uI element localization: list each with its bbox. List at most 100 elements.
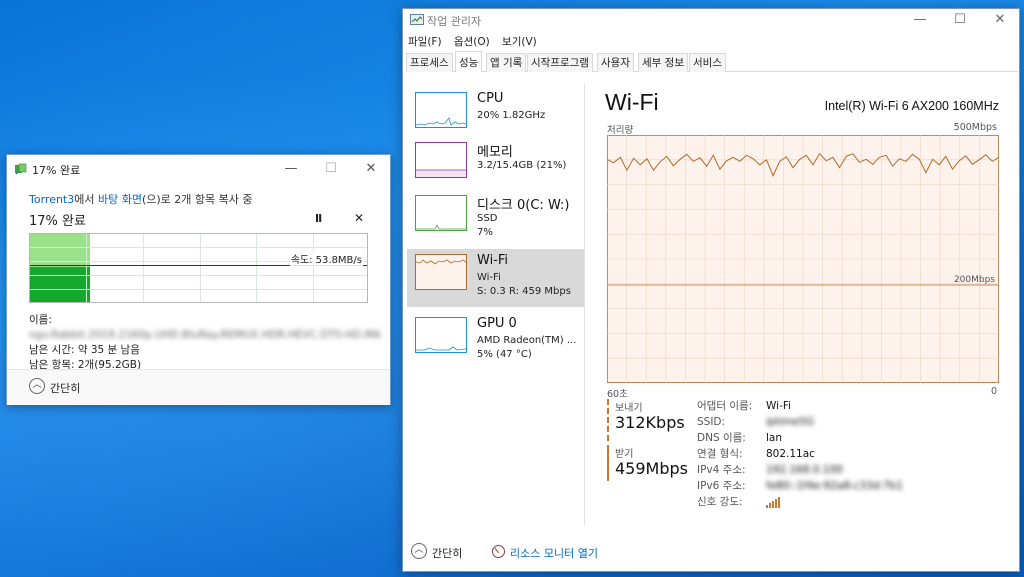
send-legend-bar	[607, 399, 609, 441]
detail-key: 연결 형식:	[697, 448, 743, 460]
sidebar-item-wifi[interactable]: Wi-Fi Wi-Fi S: 0.3 R: 459 Mbps	[407, 249, 584, 307]
throughput-axis-label: 처리량	[607, 125, 634, 136]
progress-fill-light	[30, 234, 90, 267]
tab-app-history[interactable]: 앱 기록	[486, 53, 527, 72]
sidebar-gpu-usage: 5% (47 °C)	[477, 349, 532, 360]
adapter-device-name: Intel(R) Wi-Fi 6 AX200 160MHz	[824, 99, 999, 113]
tab-strip: 프로세스 성능 앱 기록 시작프로그램 사용자 세부 정보 서비스	[406, 51, 1018, 72]
copy-files-icon	[15, 163, 27, 175]
sidebar-gpu-model: AMD Radeon(TM) ...	[477, 335, 577, 346]
detail-value: 192.168.0.100	[766, 464, 843, 476]
scale-label-200: 200Mbps	[954, 275, 995, 285]
name-label: 이름:	[29, 314, 52, 326]
sidebar-cpu-name: CPU	[477, 91, 504, 106]
copy-dialog-footer: ︿ 간단히	[7, 369, 390, 405]
file-name-value: ngv.Rabbit.2019.2160p.UHD.BluRay.REMUX.H…	[29, 329, 381, 341]
throughput-chart: 200Mbps	[607, 135, 999, 383]
send-label: 보내기	[615, 403, 643, 414]
receive-value: 459Mbps	[615, 459, 688, 478]
task-manager-icon	[410, 14, 424, 25]
chevron-up-icon[interactable]: ︿	[411, 543, 427, 559]
performance-sidebar: CPU 20% 1.82GHz 메모리 3.2/15.4GB (21%) 디스크…	[407, 84, 584, 524]
detail-key: IPv6 주소:	[697, 480, 746, 492]
percent-complete-label: 17% 완료	[29, 214, 86, 229]
time-axis-right: 0	[990, 386, 997, 397]
sidebar-wifi-adapter: Wi-Fi	[477, 272, 501, 283]
sidebar-divider	[584, 84, 585, 526]
menu-file[interactable]: 파일(F)	[408, 36, 442, 48]
detail-value: fe80::1f4e:92a8:c33d:7b1	[766, 480, 904, 492]
detail-key: IPv4 주소:	[697, 464, 746, 476]
sidebar-disk-name: 디스크 0(C: W:)	[477, 198, 570, 213]
disk-thumbnail	[415, 195, 467, 231]
copy-progress-dialog: 17% 완료 — ☐ ✕ Torrent3에서 바탕 화면(으)로 2개 항목 …	[6, 154, 391, 405]
sidebar-disk-type: SSD	[477, 213, 498, 224]
resource-monitor-icon	[492, 545, 505, 558]
detail-value: lan	[766, 432, 783, 444]
copy-dialog-titlebar[interactable]: 17% 완료 — ☐ ✕	[7, 155, 390, 183]
tab-services[interactable]: 서비스	[689, 53, 726, 72]
maximize-button[interactable]: ☐	[940, 9, 980, 31]
detail-value: 802.11ac	[766, 448, 815, 460]
detail-key: SSID:	[697, 416, 726, 428]
detail-value: Wi-Fi	[766, 400, 792, 412]
pause-button[interactable]: II	[315, 212, 322, 225]
perf-title: Wi-Fi	[605, 89, 659, 115]
progress-fill-dark	[30, 267, 90, 302]
sidebar-disk-usage: 7%	[477, 227, 493, 238]
gpu-thumbnail	[415, 317, 467, 353]
speed-label: 속도: 53.8MB/s	[289, 251, 363, 266]
memory-thumbnail	[415, 142, 467, 178]
sidebar-cpu-usage: 20% 1.82GHz	[477, 110, 546, 121]
task-manager-title: 작업 관리자	[427, 15, 482, 28]
task-manager-titlebar[interactable]: 작업 관리자 — ☐ ✕	[403, 9, 1019, 31]
wifi-thumbnail	[415, 254, 467, 290]
throughput-axis-max: 500Mbps	[953, 122, 997, 133]
detail-key: 어댑터 이름:	[697, 400, 753, 412]
menu-options[interactable]: 옵션(O)	[454, 36, 490, 48]
source-link[interactable]: Torrent3	[29, 193, 74, 206]
close-button[interactable]: ✕	[980, 9, 1020, 31]
menu-bar: 파일(F) 옵션(O) 보기(V)	[408, 34, 546, 49]
menu-view[interactable]: 보기(V)	[502, 36, 537, 48]
time-remaining: 남은 시간: 약 35 분 남음	[29, 344, 140, 356]
chevron-up-icon[interactable]: ︿	[29, 378, 45, 394]
source-tail-text: (으)로 2개 항목 복사 중	[141, 193, 253, 206]
cancel-copy-button[interactable]: ✕	[354, 211, 364, 225]
sidebar-item-gpu[interactable]: GPU 0 AMD Radeon(TM) ... 5% (47 °C)	[407, 312, 584, 370]
copy-source-line: Torrent3에서 바탕 화면(으)로 2개 항목 복사 중	[29, 191, 374, 207]
detail-value: iptime5G	[766, 416, 815, 428]
sidebar-item-disk[interactable]: 디스크 0(C: W:) SSD 7%	[407, 190, 584, 248]
minimize-button[interactable]: —	[271, 155, 311, 183]
receive-legend-bar	[607, 445, 609, 481]
tab-details[interactable]: 세부 정보	[638, 53, 688, 72]
task-manager-window: 작업 관리자 — ☐ ✕ 파일(F) 옵션(O) 보기(V) 프로세스 성능 앱…	[402, 8, 1020, 572]
copy-dialog-title: 17% 완료	[32, 164, 81, 177]
sidebar-item-memory[interactable]: 메모리 3.2/15.4GB (21%)	[407, 137, 584, 195]
destination-link[interactable]: 바탕 화면	[98, 193, 142, 206]
minimize-button[interactable]: —	[900, 9, 940, 31]
tab-processes[interactable]: 프로세스	[406, 53, 453, 72]
sidebar-gpu-name: GPU 0	[477, 316, 517, 331]
receive-label: 받기	[615, 449, 634, 460]
time-axis-left: 60초	[607, 389, 628, 400]
open-resource-monitor-link[interactable]: 리소스 모니터 열기	[510, 545, 598, 561]
source-mid-text: 에서	[74, 193, 95, 206]
fewer-details-button[interactable]: 간단히	[432, 545, 462, 561]
cpu-thumbnail	[415, 92, 467, 128]
tab-users[interactable]: 사용자	[597, 53, 634, 72]
copy-speed-graph: 속도: 53.8MB/s	[29, 233, 368, 303]
sidebar-memory-name: 메모리	[477, 145, 513, 160]
task-manager-footer: ︿ 간단히 리소스 모니터 열기	[403, 537, 1019, 571]
tab-performance[interactable]: 성능	[455, 51, 483, 72]
signal-strength-icon	[766, 497, 780, 508]
detail-key: DNS 이름:	[697, 432, 746, 444]
tab-startup[interactable]: 시작프로그램	[527, 53, 593, 72]
send-value: 312Kbps	[615, 413, 685, 432]
copy-details: 이름: ngv.Rabbit.2019.2160p.UHD.BluRay.REM…	[29, 313, 390, 373]
sidebar-wifi-name: Wi-Fi	[477, 253, 509, 268]
maximize-button[interactable]: ☐	[311, 155, 351, 183]
sidebar-wifi-throughput: S: 0.3 R: 459 Mbps	[477, 286, 571, 297]
fewer-details-button[interactable]: 간단히	[50, 380, 80, 396]
close-button[interactable]: ✕	[351, 155, 391, 183]
